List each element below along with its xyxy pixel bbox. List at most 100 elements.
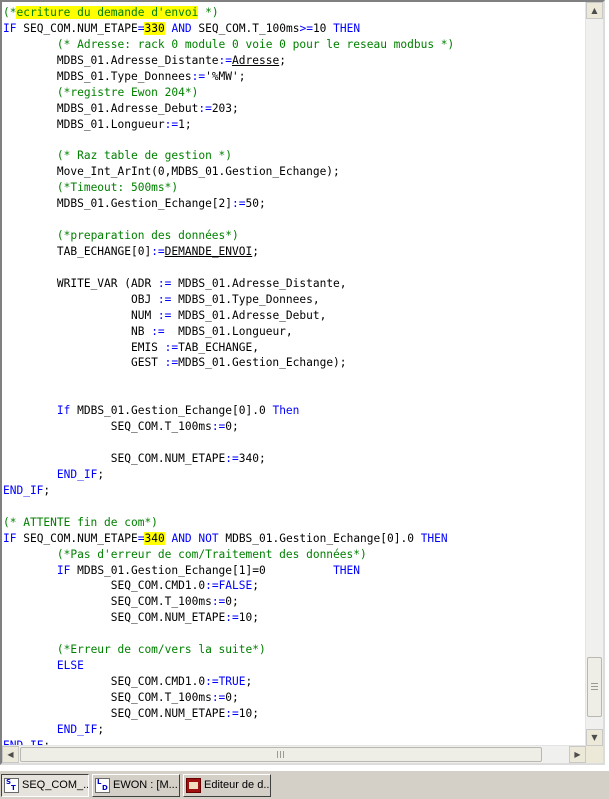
code-area[interactable]: (*ecriture du demande d'envoi *) IF SEQ_C… [3, 2, 585, 745]
code-line[interactable]: TAB_ECHANGE[0]:=DEMANDE_ENVOI; [3, 244, 259, 260]
code-line[interactable]: SEQ_COM.NUM_ETAPE:=340; [3, 451, 266, 467]
code-line[interactable]: (* Adresse: rack 0 module 0 voie 0 pour … [3, 37, 454, 53]
code-token: Then [272, 404, 300, 418]
code-line[interactable]: OBJ := MDBS_01.Type_Donnees, [3, 292, 320, 308]
scroll-left-button[interactable]: ◀ [2, 746, 19, 763]
code-line[interactable]: SEQ_COM.T_100ms:=0; [3, 594, 239, 610]
code-line[interactable]: MDBS_01.Adresse_Distante:=Adresse; [3, 53, 286, 69]
scroll-up-button[interactable]: ▲ [586, 2, 603, 19]
code-line[interactable]: NB := MDBS_01.Longueur, [3, 324, 293, 340]
horizontal-scrollbar[interactable]: ◀ ▶ [2, 745, 586, 763]
code-line[interactable]: SEQ_COM.T_100ms:=0; [3, 419, 239, 435]
code-token: ELSE [56, 659, 84, 673]
horizontal-scroll-thumb[interactable] [20, 747, 542, 762]
code-line[interactable]: EMIS :=TAB_ECHANGE, [3, 340, 259, 356]
code-line[interactable]: END_IF; [3, 467, 104, 483]
code-token: GEST [3, 356, 165, 370]
code-line[interactable]: If MDBS_01.Gestion_Echange[0].0 Then [3, 403, 300, 419]
code-line[interactable]: MDBS_01.Gestion_Echange[2]:=50; [3, 196, 266, 212]
code-token: MDBS_01.Adresse_Debut [3, 101, 199, 115]
code-token: ; [279, 53, 286, 67]
scroll-right-icon: ▶ [574, 750, 581, 759]
scroll-right-button[interactable]: ▶ [569, 746, 586, 763]
code-line[interactable]: SEQ_COM.NUM_ETAPE:=10; [3, 706, 259, 722]
vertical-scrollbar[interactable]: ▲ ▼ [585, 2, 603, 746]
code-token: (* [3, 6, 17, 19]
code-line[interactable]: (*Timeout: 500ms*) [3, 180, 178, 196]
code-token: MDBS_01.Gestion_Echange); [178, 356, 347, 370]
code-token: SEQ_COM.NUM_ETAPE [3, 706, 226, 720]
code-line[interactable]: END_IF; [3, 722, 104, 738]
code-token: END_IF [56, 467, 98, 481]
code-token: MDBS_01.Gestion_Echange[0].0 [218, 531, 421, 545]
tab-label: EWON : [M... [113, 779, 178, 791]
code-token: (*Pas d'erreur de com/Traitement des don… [56, 547, 367, 561]
code-line[interactable]: (*ecriture du demande d'envoi *) [3, 5, 219, 21]
code-token: 0; [225, 420, 239, 434]
code-line[interactable]: SEQ_COM.CMD1.0:=TRUE; [3, 674, 253, 690]
code-token: 10; [238, 706, 259, 720]
code-line[interactable]: (*Pas d'erreur de com/Traitement des don… [3, 547, 367, 563]
code-line[interactable]: END_IF; [3, 738, 50, 745]
code-token: MDBS_01.Adresse_Distante [3, 53, 219, 67]
code-token: := [151, 324, 165, 338]
code-token: *) [198, 6, 219, 19]
code-line[interactable]: WRITE_VAR (ADR := MDBS_01.Adresse_Distan… [3, 276, 347, 292]
code-line[interactable]: SEQ_COM.T_100ms:=0; [3, 690, 239, 706]
code-token: := [211, 690, 226, 704]
code-token: FALSE [218, 579, 253, 593]
code-line[interactable]: IF MDBS_01.Gestion_Echange[1]=0 THEN [3, 563, 360, 579]
tab-ewon[interactable]: L D EWON : [M... [92, 774, 180, 797]
code-line[interactable]: IF SEQ_COM.NUM_ETAPE=330 AND SEQ_COM.T_1… [3, 21, 360, 37]
tab-seq-com[interactable]: S T SEQ_COM_... [1, 774, 89, 797]
code-line[interactable]: (* ATTENTE fin de com*) [3, 515, 158, 531]
code-line[interactable]: NUM := MDBS_01.Adresse_Debut, [3, 308, 326, 324]
code-token: EMIS [3, 340, 165, 354]
code-token: END_IF [56, 722, 98, 736]
code-line[interactable]: SEQ_COM.CMD1.0:=FALSE; [3, 578, 259, 594]
code-token: 1; [178, 117, 192, 131]
code-token: ; [97, 467, 105, 481]
scroll-left-icon: ◀ [7, 750, 14, 759]
code-line[interactable]: END_IF; [3, 483, 50, 499]
code-line[interactable]: MDBS_01.Longueur:=1; [3, 117, 192, 133]
code-line[interactable]: (*preparation des données*) [3, 228, 239, 244]
code-token: SEQ_COM.T_100ms [3, 420, 212, 434]
code-token: SEQ_COM.CMD1.0 [3, 675, 206, 689]
code-token: SEQ_COM.CMD1.0 [3, 579, 206, 593]
code-token: THEN [420, 531, 448, 545]
code-token: Move_Int_ArInt(0,MDBS_01.Gestion_Echange… [3, 165, 340, 179]
code-line[interactable]: SEQ_COM.NUM_ETAPE:=10; [3, 610, 259, 626]
code-line[interactable]: GEST :=MDBS_01.Gestion_Echange); [3, 355, 347, 371]
code-line[interactable]: (*registre Ewon 204*) [3, 85, 198, 101]
code-line[interactable]: (*Erreur de com/vers la suite*) [3, 642, 266, 658]
code-line[interactable]: ELSE [3, 658, 84, 674]
tab-editeur[interactable]: Editeur de d... [183, 774, 271, 797]
code-token: := [225, 452, 239, 466]
code-token: ; [97, 722, 105, 736]
code-token: := [205, 675, 219, 689]
code-line[interactable]: IF SEQ_COM.NUM_ETAPE=340 AND NOT MDBS_01… [3, 531, 448, 547]
scroll-down-button[interactable]: ▼ [586, 729, 603, 746]
scroll-up-icon: ▲ [591, 6, 598, 15]
code-line[interactable]: MDBS_01.Type_Donnees:='%MW'; [3, 69, 246, 85]
code-token: IF [3, 21, 17, 35]
code-editor[interactable]: (*ecriture du demande d'envoi *) IF SEQ_C… [0, 0, 605, 765]
code-token: 340; [238, 452, 266, 466]
code-token: OBJ [3, 292, 158, 306]
code-line[interactable]: Move_Int_ArInt(0,MDBS_01.Gestion_Echange… [3, 164, 340, 180]
code-token: := [218, 53, 233, 67]
code-token: MDBS_01.Gestion_Echange[0].0 [70, 404, 273, 418]
code-line[interactable]: (* Raz table de gestion *) [3, 148, 232, 164]
code-token: := [225, 706, 239, 720]
vertical-scroll-thumb[interactable] [587, 657, 602, 717]
code-line[interactable]: MDBS_01.Adresse_Debut:=203; [3, 101, 239, 117]
